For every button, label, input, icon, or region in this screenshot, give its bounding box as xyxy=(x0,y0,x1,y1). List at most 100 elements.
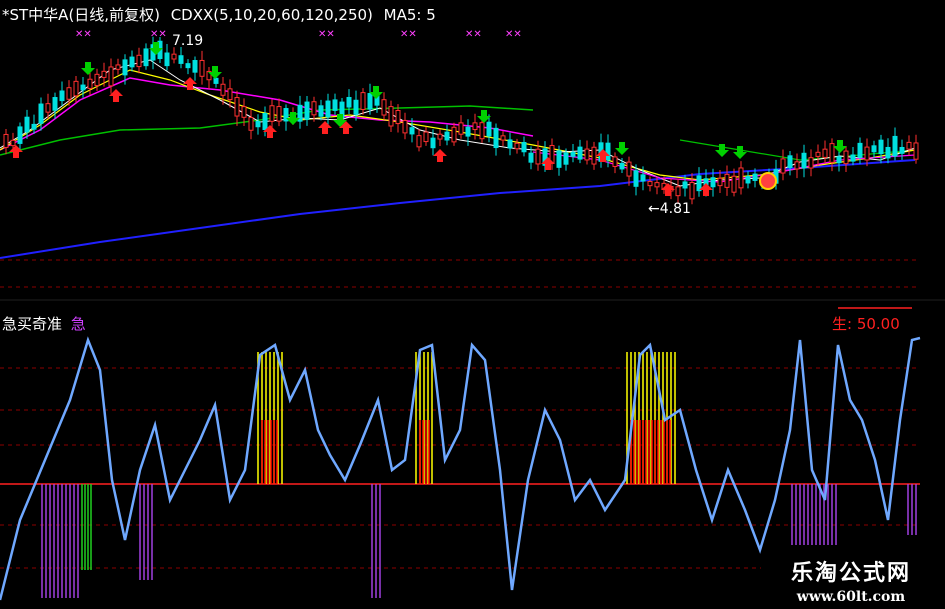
candle-body xyxy=(493,127,499,149)
candle-body xyxy=(577,146,583,160)
candle-body xyxy=(815,151,821,157)
candle-body xyxy=(710,177,716,188)
candle-body xyxy=(584,148,590,161)
signal-marker: ✕✕ xyxy=(318,29,335,40)
candle-body xyxy=(430,137,436,149)
candle-body xyxy=(500,135,506,141)
candle-body xyxy=(654,182,660,188)
watermark-title: 乐淘公式网 xyxy=(790,560,911,586)
candle-body xyxy=(136,54,142,68)
candle-body xyxy=(857,142,863,158)
candle-body xyxy=(444,131,450,141)
high-price-label: 7.19 xyxy=(172,33,204,49)
stock-name: *ST中华A(日线,前复权) xyxy=(2,6,160,24)
candle-body xyxy=(87,78,93,89)
candle-body xyxy=(192,60,198,73)
candle-body xyxy=(332,99,338,111)
level-label: 生: 50.00 xyxy=(832,315,900,333)
candle-body xyxy=(185,63,191,69)
candle-body xyxy=(717,177,723,187)
candle-body xyxy=(521,141,527,153)
candle-body xyxy=(10,139,16,147)
candle-body xyxy=(458,122,464,135)
candle-body xyxy=(353,99,359,115)
candle-body xyxy=(367,93,373,110)
candle-body xyxy=(696,175,702,192)
candle-body xyxy=(318,105,324,117)
candle-body xyxy=(731,175,737,193)
candle-body xyxy=(129,56,135,68)
candle-body xyxy=(325,100,331,118)
candle-body xyxy=(346,96,352,108)
candle-body xyxy=(416,135,422,148)
candle-body xyxy=(899,146,905,154)
chart-header: *ST中华A(日线,前复权) CDXX(5,10,20,60,120,250) … xyxy=(2,4,442,25)
candle-body xyxy=(689,182,695,200)
signal-marker: ✕✕ xyxy=(150,29,167,40)
candle-body xyxy=(808,157,814,169)
candle-body xyxy=(59,90,65,102)
candle-body xyxy=(164,52,170,67)
candle-body xyxy=(612,156,618,167)
candle-body xyxy=(122,59,128,76)
signal-marker: ✕✕ xyxy=(465,29,482,40)
candle-body xyxy=(514,142,520,150)
candle-body xyxy=(17,126,23,144)
candle-body xyxy=(535,148,541,165)
candle-body xyxy=(73,80,79,97)
candle-body xyxy=(269,105,275,122)
candle-body xyxy=(45,103,51,113)
watermark: 乐淘公式网 www.60lt.com xyxy=(761,551,941,607)
candle-body xyxy=(171,53,177,60)
sell-arrow-icon xyxy=(733,146,747,159)
candle-body xyxy=(682,181,688,189)
candle-body xyxy=(752,173,758,181)
candle-body xyxy=(360,92,366,110)
candle-body xyxy=(234,97,240,117)
sub-panel-title: 急买奇准 xyxy=(2,315,63,333)
candle-body xyxy=(647,181,653,187)
candle-body xyxy=(101,70,107,78)
candle-body xyxy=(94,73,100,87)
low-price-label: ←4.81 xyxy=(648,201,691,217)
buy-arrow-icon xyxy=(433,149,447,162)
candle-body xyxy=(605,142,611,161)
signal-marker: ✕✕ xyxy=(400,29,417,40)
candle-body xyxy=(563,152,569,165)
candle-body xyxy=(892,135,898,157)
candle-body xyxy=(24,116,30,133)
candle-body xyxy=(556,150,562,168)
candle-body xyxy=(52,97,58,111)
highlight-marker xyxy=(759,172,777,190)
candle-body xyxy=(248,117,254,131)
candle-body xyxy=(633,170,639,187)
candle-body xyxy=(591,146,597,165)
candle-body xyxy=(395,110,401,125)
candle-body xyxy=(850,154,856,162)
candlesticks xyxy=(3,36,919,205)
candle-body xyxy=(626,161,632,177)
candle-body xyxy=(864,146,870,161)
candle-body xyxy=(878,139,884,155)
candle-body xyxy=(262,113,268,131)
signal-marker: ✕✕ xyxy=(505,29,522,40)
candle-body xyxy=(220,83,226,96)
candle-body xyxy=(241,106,247,118)
candle-body xyxy=(472,122,478,131)
chart-canvas[interactable]: ✕✕ ✕✕ ✕✕ ✕✕ ✕✕ ✕✕ xyxy=(0,0,945,609)
candle-body xyxy=(619,162,625,170)
candle-body xyxy=(451,126,457,143)
candle-body xyxy=(794,161,800,170)
sell-arrow-icon xyxy=(81,62,95,75)
candle-body xyxy=(465,126,471,137)
candle-body xyxy=(675,186,681,197)
candle-body xyxy=(108,66,114,87)
candle-body xyxy=(143,48,149,67)
candle-body xyxy=(3,133,9,148)
candle-body xyxy=(115,64,121,70)
candle-body xyxy=(640,174,646,182)
candle-body xyxy=(738,167,744,189)
moving-average-lines xyxy=(0,59,916,259)
candle-body xyxy=(178,55,184,64)
candle-body xyxy=(745,176,751,184)
